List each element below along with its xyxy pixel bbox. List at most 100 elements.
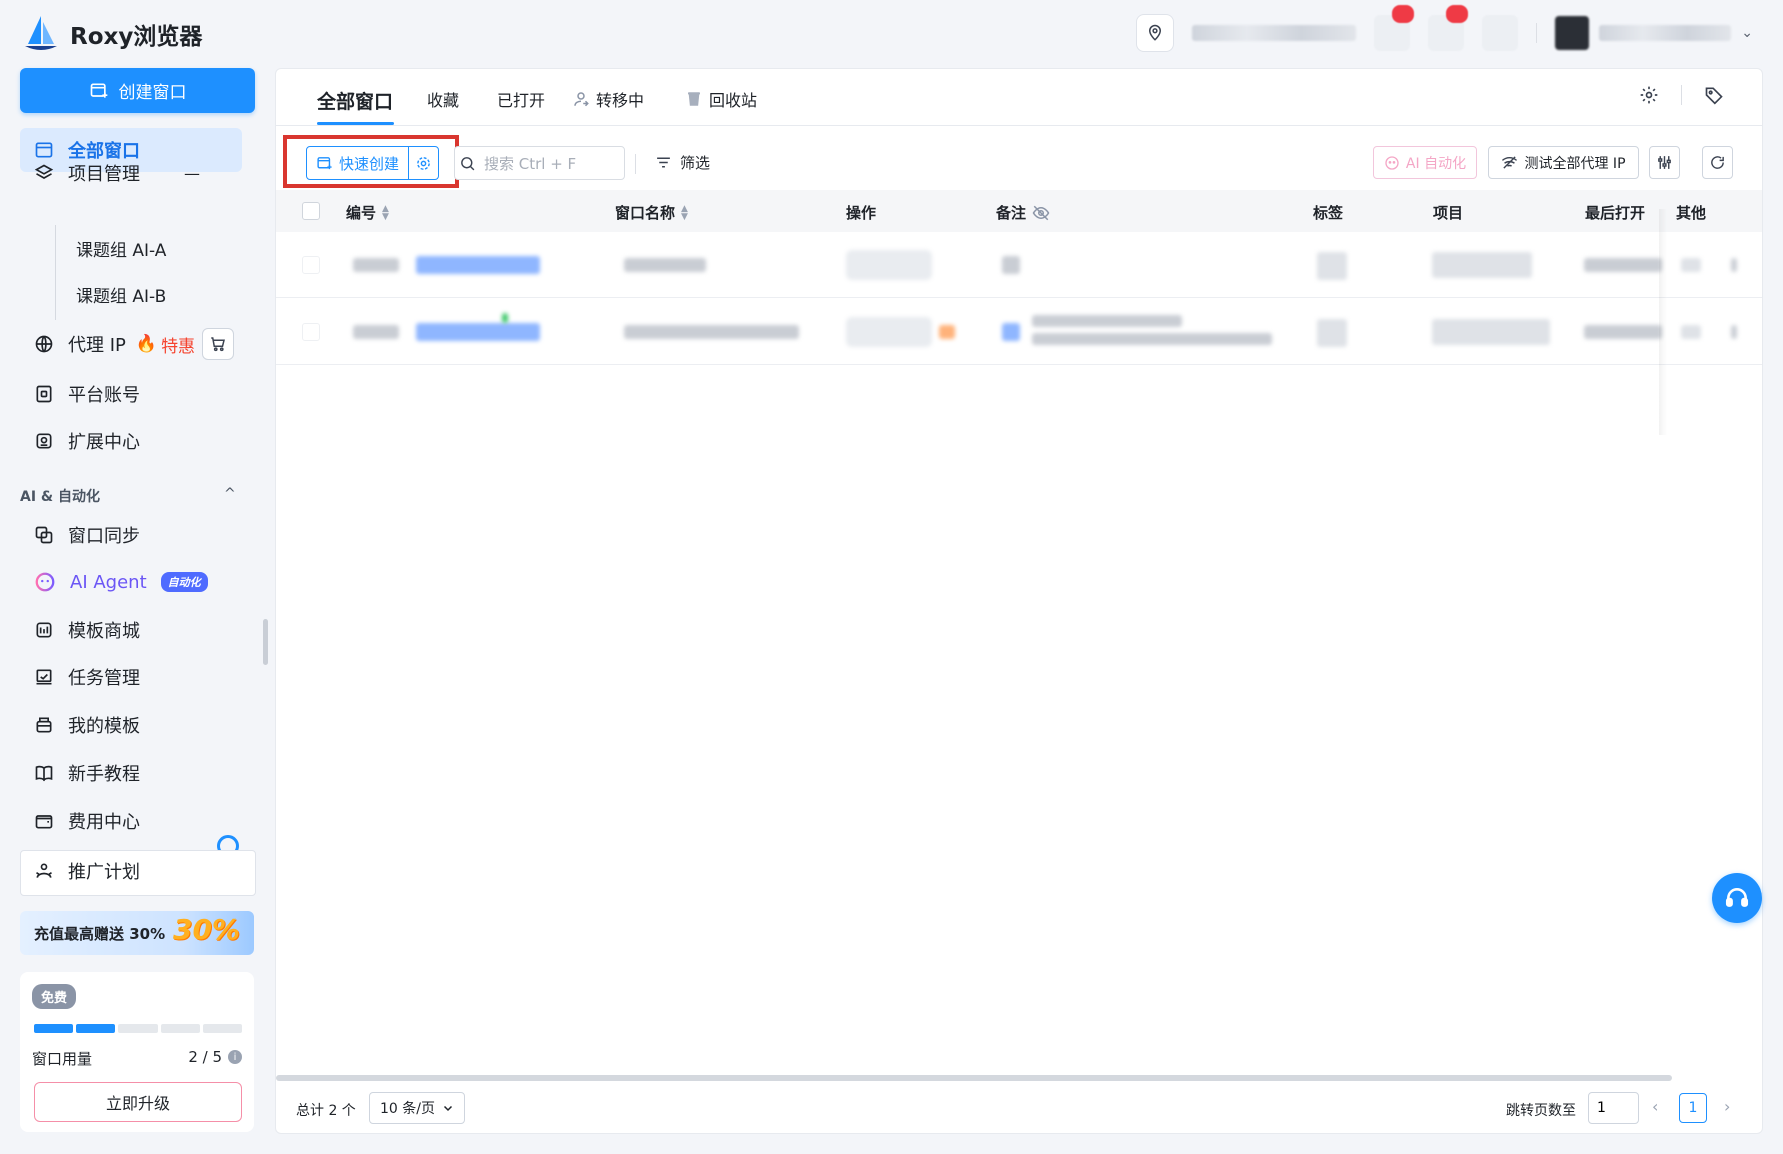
quick-create-settings-button[interactable] [408,147,438,179]
tab-favorites[interactable]: 收藏 [427,87,459,111]
location-button[interactable] [1136,14,1175,52]
buy-proxy-button[interactable] [202,328,234,360]
sidebar-item-tutorial[interactable]: 新手教程 [20,751,242,795]
column-header-tags: 标签 [1313,202,1343,223]
table-header: 编号 ▲ ▼ 窗口名称 ▲ ▼ 操作 备注 标签 项目 最后打开 其他 [276,190,1762,232]
user-menu[interactable]: ⌄ [1555,16,1753,50]
column-header-actions: 操作 [846,202,876,223]
task-icon [36,669,52,685]
window-mode-icon[interactable] [1482,15,1519,51]
usage-segment [160,1024,200,1033]
row-more-menu[interactable] [1731,258,1737,272]
sidebar-scrollbar[interactable] [263,619,268,665]
sidebar-item-label: 费用中心 [68,812,140,833]
sync-windows-icon [35,526,53,544]
sliders-icon [1658,156,1671,169]
add-window-icon [90,83,107,98]
trash-icon [688,92,700,106]
banner-text: 充值最高赠送 30% [34,924,166,943]
column-label: 编号 [346,204,377,222]
flame-icon: 🔥 [135,334,158,354]
page-size-select[interactable]: 10 条/页 [369,1092,465,1124]
column-settings-button[interactable] [1649,146,1680,179]
sidebar-item-label: 我的模板 [68,716,140,737]
redacted-note [1002,256,1020,274]
headset-icon [1725,888,1749,907]
tab-all-windows[interactable]: 全部窗口 [317,87,393,114]
header-actions: ⌄ [1136,5,1753,52]
page-number-current[interactable]: 1 [1679,1093,1707,1123]
column-header-number[interactable]: 编号 ▲ ▼ [346,202,389,223]
sidebar-item-billing[interactable]: 费用中心 [20,799,242,843]
sidebar-item-referral[interactable]: 推广计划 [20,849,242,893]
usage-segment [34,1024,74,1033]
redacted-status-dot [502,313,508,323]
sidebar-item-window-sync[interactable]: 窗口同步 [20,513,242,557]
top-header: Roxy浏览器 ⌄ [0,0,1783,68]
table-row[interactable] [276,232,1762,298]
redacted-project [1432,252,1532,278]
location-text-redacted [1192,25,1357,41]
test-all-proxies-button[interactable]: 测试全部代理 IP [1488,146,1639,179]
cart-icon [211,337,225,352]
select-all-checkbox[interactable] [302,202,320,220]
sidebar-item-platform-accounts[interactable]: 平台账号 [20,372,242,416]
search-input[interactable]: 搜索 Ctrl + F [454,146,625,180]
sidebar-item-extensions[interactable]: 扩展中心 [20,419,242,463]
collapse-toggle[interactable]: — [184,164,200,183]
ai-automation-button[interactable]: AI 自动化 [1373,146,1477,179]
horizontal-scrollbar[interactable] [276,1075,1672,1081]
add-window-icon [317,156,332,169]
usage-segment [76,1024,116,1033]
upgrade-button[interactable]: 立即升级 [34,1082,242,1122]
sidebar-item-template-store[interactable]: 模板商城 [20,608,242,652]
chevron-up-icon[interactable]: ^ [224,486,236,502]
jump-page-input[interactable] [1588,1092,1639,1124]
info-icon[interactable]: i [228,1050,242,1064]
prev-page-button[interactable]: ‹ [1652,1097,1658,1116]
map-pin-icon [1149,24,1162,41]
globe-icon [35,335,53,353]
redacted-last-opened [1584,258,1662,272]
filter-button[interactable]: 筛选 [655,152,710,173]
sidebar: 创建窗口 全部窗口 项目管理 — 课题组 AI-A 课题组 AI-B 代理 IP… [0,68,275,1154]
tab-transferring[interactable]: 转移中 [572,87,644,111]
app-root: Roxy浏览器 ⌄ 创建窗口 全部窗口 项目管理 — 课题组 AI-A 课题组 … [0,0,1783,1154]
customer-support-button[interactable] [1712,873,1762,923]
recharge-promo-banner[interactable]: 充值最高赠送 30% 30% [20,911,254,955]
column-label: 项目 [1433,204,1464,222]
ai-agent-icon [35,572,55,592]
eye-off-icon[interactable] [1032,204,1050,222]
project-group-b[interactable]: 课题组 AI-B [76,282,166,307]
sidebar-item-my-templates[interactable]: 我的模板 [20,703,242,747]
refresh-button[interactable] [1702,146,1733,179]
table-toolbar: 快速创建 搜索 Ctrl + F 筛选 AI 自动化 测试全部代理 IP [276,126,1762,190]
redacted-number [353,258,399,272]
chevron-down-icon [443,1105,453,1112]
create-window-button[interactable]: 创建窗口 [20,68,255,113]
quick-create-button[interactable]: 快速创建 [307,147,408,179]
next-page-button[interactable]: › [1724,1097,1730,1116]
book-icon [35,765,53,782]
notification-icon[interactable] [1374,5,1415,51]
redacted-window-name [624,325,799,339]
table-row[interactable] [276,299,1762,365]
settings-gear-icon[interactable] [1639,85,1659,105]
message-icon[interactable] [1428,5,1469,51]
open-window-button[interactable] [846,317,932,347]
column-header-window-name[interactable]: 窗口名称 ▲ ▼ [615,202,688,223]
tag-icon[interactable] [1704,85,1724,105]
sidebar-item-project-manage[interactable]: 项目管理 — [20,151,242,195]
column-label: 窗口名称 [615,204,676,222]
tab-opened[interactable]: 已打开 [497,87,545,111]
username-redacted [1599,25,1732,41]
create-window-label: 创建窗口 [118,83,187,103]
project-group-a[interactable]: 课题组 AI-A [76,236,166,261]
sidebar-item-task-manage[interactable]: 任务管理 [20,655,242,699]
tab-recycle-bin[interactable]: 回收站 [685,87,757,111]
sidebar-item-ai-agent[interactable]: AI Agent 自动化 [20,560,242,604]
row-checkbox[interactable] [302,323,320,341]
open-window-button[interactable] [846,250,932,280]
row-more-menu[interactable] [1731,325,1737,339]
row-checkbox[interactable] [302,256,320,274]
